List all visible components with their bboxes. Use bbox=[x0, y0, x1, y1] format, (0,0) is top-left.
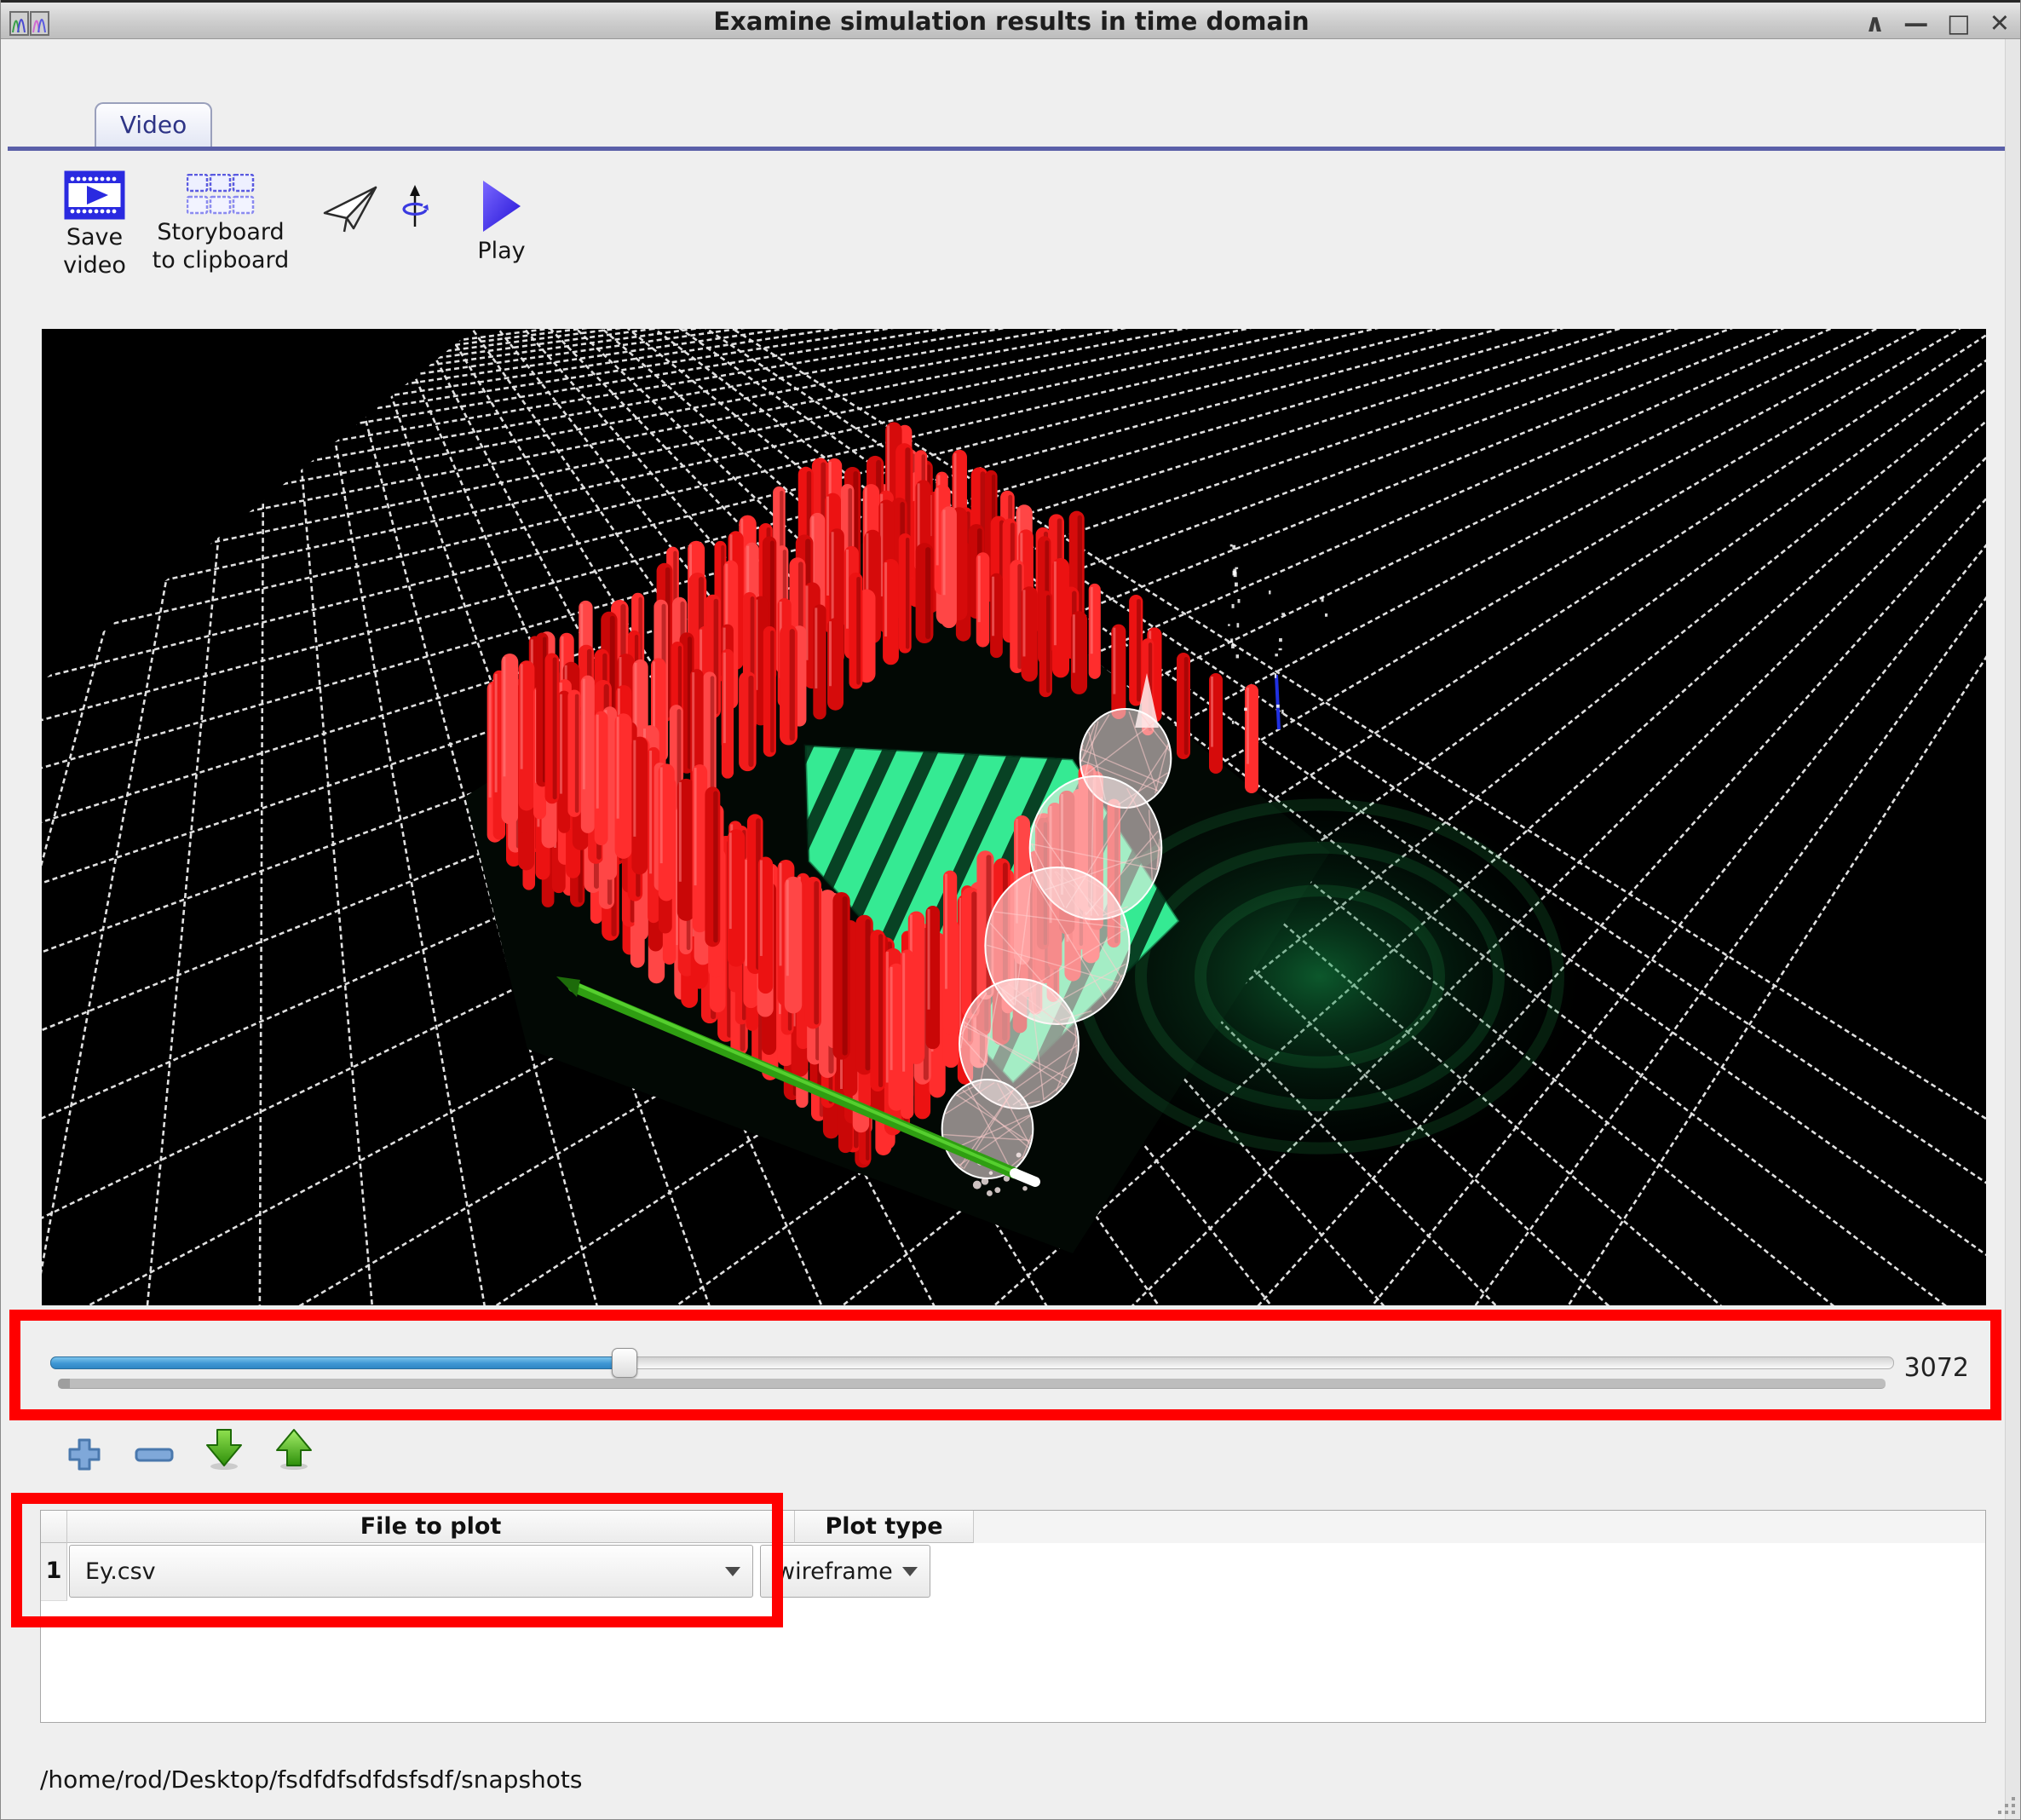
storyboard-label-line1: Storyboard bbox=[137, 218, 304, 246]
move-up-arrow-icon bbox=[272, 1426, 316, 1471]
save-video-film-icon bbox=[64, 170, 125, 220]
move-down-button[interactable] bbox=[202, 1426, 246, 1474]
slider-value-label: 3072 bbox=[1833, 1353, 1969, 1383]
header-filler bbox=[974, 1511, 1985, 1543]
minimize-button[interactable]: — bbox=[1903, 8, 1928, 38]
titlebar: Examine simulation results in time domai… bbox=[1, 0, 2021, 39]
tab-underline bbox=[8, 147, 2015, 151]
play-button[interactable]: Play bbox=[461, 179, 542, 265]
timeline-scrollbar[interactable] bbox=[58, 1379, 1886, 1389]
file-to-plot-value: Ey.csv bbox=[85, 1558, 156, 1585]
viewport-3d[interactable] bbox=[42, 329, 1986, 1305]
resize-grip[interactable] bbox=[1995, 1794, 2017, 1816]
maximize-button[interactable]: □ bbox=[1947, 8, 1970, 38]
save-video-button[interactable]: Save video bbox=[52, 170, 137, 279]
add-plus-icon bbox=[66, 1437, 102, 1472]
paper-plane-icon bbox=[323, 186, 379, 233]
timeline-scrollbar-cap bbox=[58, 1379, 70, 1389]
rotate-axis-icon bbox=[397, 184, 433, 232]
move-down-arrow-icon bbox=[202, 1426, 246, 1471]
close-button[interactable]: ✕ bbox=[1989, 8, 2010, 38]
file-to-plot-combobox[interactable]: Ey.csv bbox=[69, 1545, 753, 1598]
plot-table: File to plot Plot type 1 Ey.csv wirefram… bbox=[40, 1510, 1986, 1723]
app-icon bbox=[9, 10, 50, 41]
plot-type-value: wireframe bbox=[776, 1558, 893, 1585]
storyboard-button[interactable]: Storyboard to clipboard bbox=[137, 174, 304, 274]
chevron-down-icon bbox=[725, 1567, 740, 1576]
simulation-scene bbox=[42, 329, 1986, 1305]
window-edge-strip bbox=[2005, 39, 2021, 1820]
status-path-text: /home/rod/Desktop/fsdfdfsdfdsfsdf/snapsh… bbox=[40, 1765, 1914, 1794]
header-file-to-plot[interactable]: File to plot bbox=[67, 1511, 795, 1543]
rotate-view-button[interactable] bbox=[397, 184, 433, 235]
send-button[interactable] bbox=[323, 186, 379, 237]
time-slider-fill bbox=[50, 1356, 625, 1369]
window-title: Examine simulation results in time domai… bbox=[1, 3, 2021, 40]
shade-button[interactable]: ∧ bbox=[1865, 8, 1886, 38]
tab-video[interactable]: Video bbox=[95, 102, 212, 148]
save-video-label-line2: video bbox=[52, 251, 137, 279]
storyboard-label-line2: to clipboard bbox=[137, 246, 304, 274]
plot-type-combobox[interactable]: wireframe bbox=[760, 1545, 930, 1598]
remove-minus-icon bbox=[134, 1447, 175, 1464]
move-up-button[interactable] bbox=[272, 1426, 316, 1474]
time-slider-handle[interactable] bbox=[612, 1348, 637, 1378]
header-plot-type[interactable]: Plot type bbox=[795, 1511, 974, 1543]
header-rownum-cell bbox=[41, 1511, 67, 1543]
play-triangle-icon bbox=[481, 179, 523, 233]
plot-table-header: File to plot Plot type bbox=[41, 1511, 1985, 1543]
remove-row-button[interactable] bbox=[134, 1447, 175, 1467]
storyboard-grid-icon bbox=[187, 174, 255, 215]
play-label: Play bbox=[461, 237, 542, 265]
chevron-down-icon bbox=[902, 1567, 918, 1576]
row-number-cell[interactable]: 1 bbox=[41, 1543, 67, 1601]
save-video-label-line1: Save bbox=[52, 223, 137, 251]
add-row-button[interactable] bbox=[66, 1437, 102, 1476]
app-window: Examine simulation results in time domai… bbox=[0, 0, 2021, 1820]
